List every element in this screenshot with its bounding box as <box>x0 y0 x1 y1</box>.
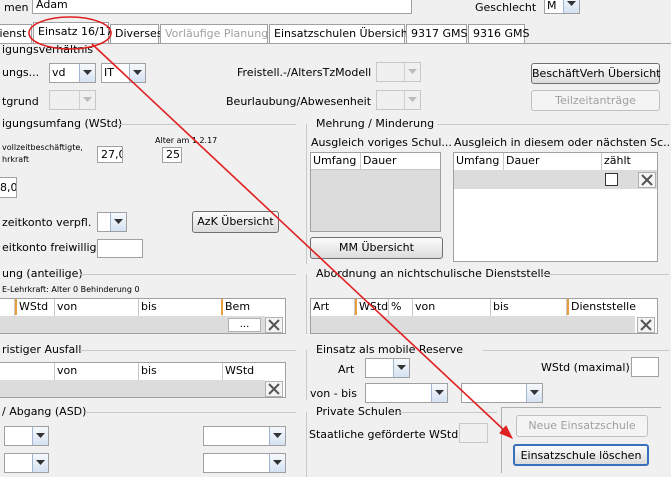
annotation-arrow-line <box>91 43 507 433</box>
annotation-ellipse <box>28 16 112 50</box>
annotation-overlay <box>28 16 514 439</box>
